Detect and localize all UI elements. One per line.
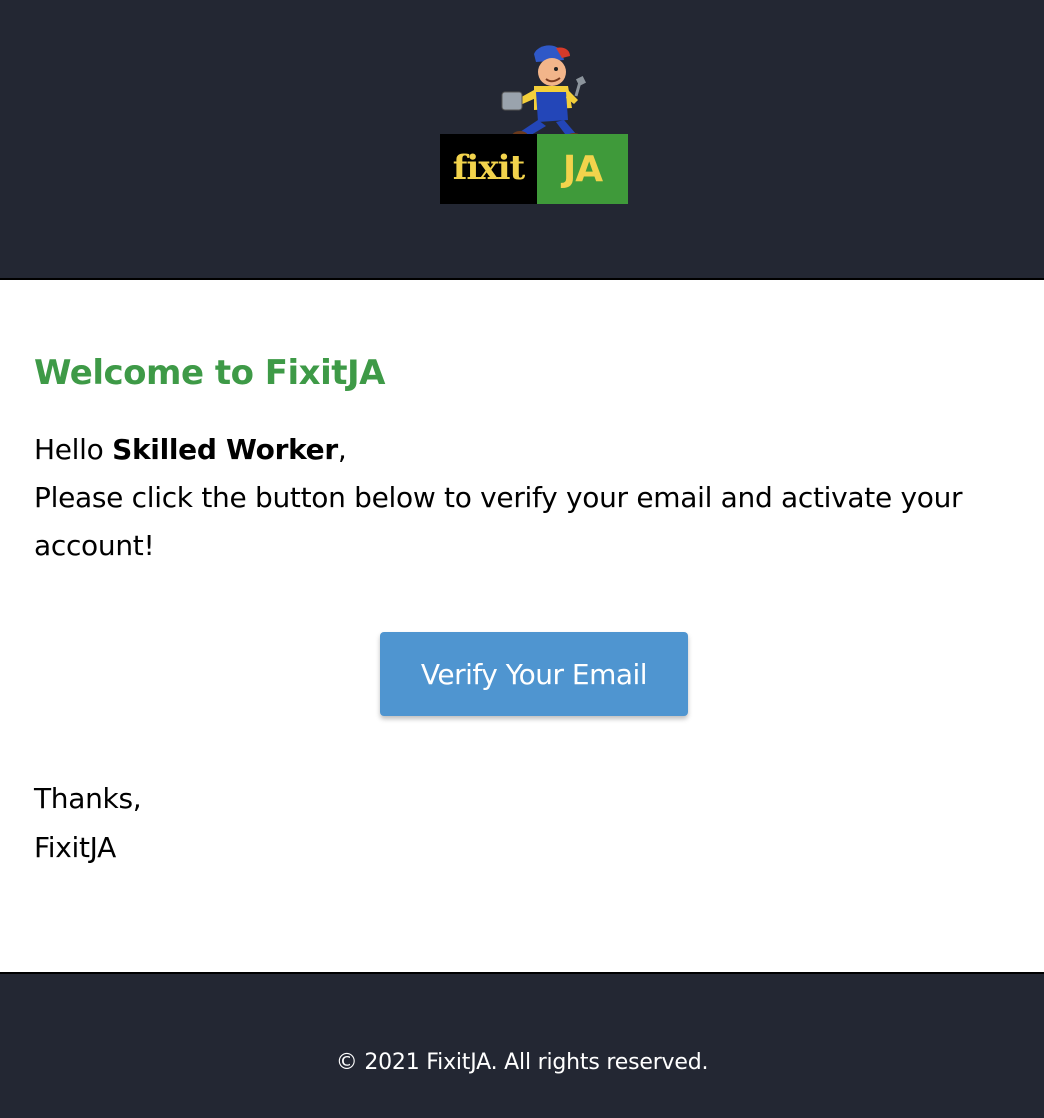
signoff-sender: FixitJA	[34, 831, 116, 864]
email-body: Welcome to FixitJA Hello Skilled Worker,…	[0, 280, 1044, 972]
message-text: Hello Skilled Worker, Please click the b…	[34, 426, 1009, 570]
fixitja-logo: fixit JA	[438, 42, 630, 206]
email-header: fixit JA	[0, 0, 1044, 280]
copyright-text: © 2021 FixitJA. All rights reserved.	[335, 1050, 709, 1075]
recipient-name: Skilled Worker	[112, 433, 338, 466]
handyman-mascot-icon	[501, 45, 587, 142]
greeting-prefix: Hello	[34, 433, 113, 466]
verify-email-button[interactable]: Verify Your Email	[380, 632, 688, 716]
signoff-thanks: Thanks,	[34, 782, 142, 815]
email-footer: © 2021 FixitJA. All rights reserved.	[0, 972, 1044, 1118]
signoff: Thanks, FixitJA	[34, 774, 142, 872]
logo-fixit-text: fixit	[440, 134, 537, 204]
logo-ja-text: JA	[537, 134, 628, 204]
greeting-line: Hello Skilled Worker,	[34, 426, 1009, 474]
welcome-title: Welcome to FixitJA	[34, 353, 385, 393]
greeting-suffix: ,	[337, 433, 347, 466]
message-body: Please click the button below to verify …	[34, 481, 963, 562]
